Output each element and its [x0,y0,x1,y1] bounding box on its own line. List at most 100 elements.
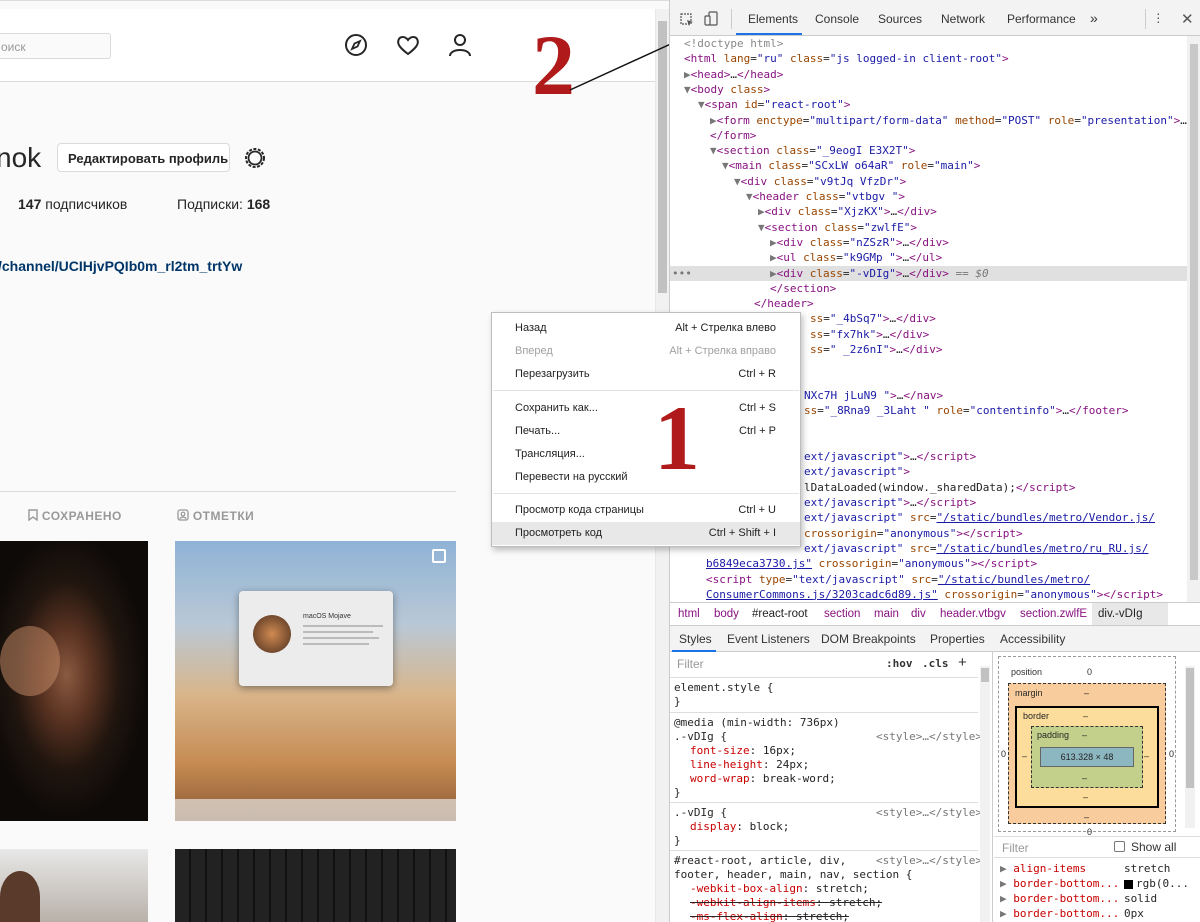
menu-item-translate[interactable]: Перевести на русский [492,466,800,489]
device-toolbar-icon[interactable] [704,11,718,27]
devtools-menu-icon[interactable]: · · · [1156,6,1161,28]
profile-icon[interactable] [447,32,473,58]
menu-item-inspect[interactable]: Просмотреть код Ctrl + Shift + I [492,522,800,545]
selected-node[interactable]: ▶<div class="-vDIg">…</div> == $0 [770,266,989,281]
tab-accessibility[interactable]: Accessibility [1000,632,1065,646]
tabs-divider [0,491,456,492]
toolbar-divider [1145,9,1146,29]
post-thumbnail-keyboard[interactable] [175,849,456,922]
menu-item-reload[interactable]: Перезагрузить Ctrl + R [492,363,800,386]
followers-count: 147 [18,196,42,212]
devtools-toolbar: Elements Console Sources Network Perform… [670,0,1200,36]
breadcrumb-div-vdig[interactable]: div.-vDIg [1098,608,1143,620]
show-all-label: Show all [1131,840,1177,854]
menu-separator [493,390,799,391]
more-tabs-button[interactable]: » [1090,10,1098,26]
breadcrumb-section[interactable]: section [824,608,860,620]
box-content-size: 613.328 × 48 [1040,747,1134,767]
spec-line [303,643,369,645]
breadcrumb-header[interactable]: header.vtbgv [940,608,1006,620]
tab-tagged[interactable]: ОТМЕТКИ [177,509,254,523]
spec-line [303,631,373,633]
spec-line [303,637,379,639]
hov-button[interactable]: :hov [886,657,913,670]
menu-item-view-source[interactable]: Просмотр кода страницы Ctrl + U [492,499,800,522]
post-thumbnail-winter[interactable] [0,849,148,922]
add-rule-icon[interactable]: + [958,654,967,671]
inspect-element-icon[interactable] [680,13,694,27]
dock [175,799,456,821]
following-stat[interactable]: Подписки: 168 [177,196,270,212]
breadcrumb-section-zwlfe[interactable]: section.zwlfE [1020,608,1087,620]
tag-person-icon [177,509,189,521]
box-scrollbar-thumb[interactable] [1186,668,1194,788]
settings-gear-icon[interactable] [242,145,268,171]
tab-performance[interactable]: Performance [1007,12,1076,26]
tab-sources[interactable]: Sources [878,12,922,26]
annotation-number-1: 1 [654,387,700,489]
menu-item-print[interactable]: Печать... Ctrl + P [492,420,800,443]
following-label: Подписки: [177,196,243,212]
box-position-label: position [1011,667,1043,677]
close-devtools-icon[interactable]: ✕ [1181,10,1194,28]
box-border-label: border [1023,711,1050,721]
breadcrumb-body[interactable]: body [714,608,739,620]
tab-properties[interactable]: Properties [930,632,985,646]
tab-event-listeners[interactable]: Event Listeners [727,632,810,646]
styles-filter-input[interactable]: Filter [677,657,704,671]
edit-profile-button[interactable]: Редактировать профиль [57,143,230,172]
heart-icon[interactable] [395,32,421,58]
box-position: position 0 margin – border – padding – 6… [998,656,1176,837]
box-padding: padding – 613.328 × 48 – – – [1022,726,1149,788]
box-position-value: 0 [1087,667,1093,677]
computed-row[interactable]: ▶ border-bottom... [1000,891,1119,906]
computed-row[interactable]: ▶ border-bottom... [1000,876,1119,891]
tab-network[interactable]: Network [941,12,985,26]
color-swatch[interactable] [1124,880,1133,889]
styles-pane: Filter :hov .cls + element.style { } @me… [670,652,993,922]
box-padding-label: padding [1037,730,1070,740]
show-all-checkbox[interactable] [1114,841,1125,852]
breadcrumb-main[interactable]: main [874,608,899,620]
tab-elements[interactable]: Elements [748,12,798,26]
explore-icon[interactable] [343,32,369,58]
computed-filter-input[interactable]: Filter [1002,841,1029,855]
breadcrumb-html[interactable]: html [678,608,700,620]
followers-label: подписчиков [45,196,128,212]
elements-scrollbar-thumb[interactable] [1190,44,1198,580]
tab-console[interactable]: Console [815,12,859,26]
tab-saved[interactable]: СОХРАНЕНО [28,509,122,523]
bookmark-icon [28,509,38,522]
spec-line [303,625,383,627]
computed-row[interactable]: ▶ align-items [1000,861,1086,876]
computed-row[interactable]: ▶ border-bottom... [1000,906,1119,921]
menu-item-cast[interactable]: Трансляция... [492,443,800,466]
tab-tagged-label: ОТМЕТКИ [192,509,255,523]
menu-item-back[interactable]: Назад Alt + Стрелка влево [492,317,800,340]
breadcrumb-div[interactable]: div [911,608,926,620]
box-margin-label: margin [1015,688,1043,698]
toolbar-divider [731,9,732,29]
styles-scrollbar-thumb[interactable] [981,668,989,682]
followers-stat[interactable]: 147 подписчиков [18,196,127,212]
face-shape [0,626,60,696]
post-thumbnail-macos[interactable]: macOS Mojave [175,541,456,821]
elements-scrollbar[interactable] [1187,36,1200,602]
menu-item-forward: Вперед Alt + Стрелка вправо [515,345,776,357]
tab-styles[interactable]: Styles [679,632,712,646]
multi-photo-icon [432,549,446,563]
search-input[interactable]: оиск [0,33,111,59]
menu-separator [493,493,799,494]
post-thumbnail-selfie[interactable] [0,541,148,821]
cls-button[interactable]: .cls [922,657,949,670]
box-margin: margin – border – padding – 613.328 × 48… [1008,683,1166,824]
following-count: 168 [246,196,271,212]
menu-item-save-as[interactable]: Сохранить как... Ctrl + S [492,397,800,420]
active-tab-indicator [736,33,802,35]
profile-username: nok [0,142,42,173]
bio-link[interactable]: /channel/UCIHjvPQIb0m_rl2tm_trtYw [0,258,242,274]
breadcrumb-react-root[interactable]: #react-root [752,608,808,620]
box-border: border – padding – 613.328 × 48 – – – – [1015,706,1159,808]
person-shape [0,871,40,922]
tab-dom-breakpoints[interactable]: DOM Breakpoints [821,632,916,646]
